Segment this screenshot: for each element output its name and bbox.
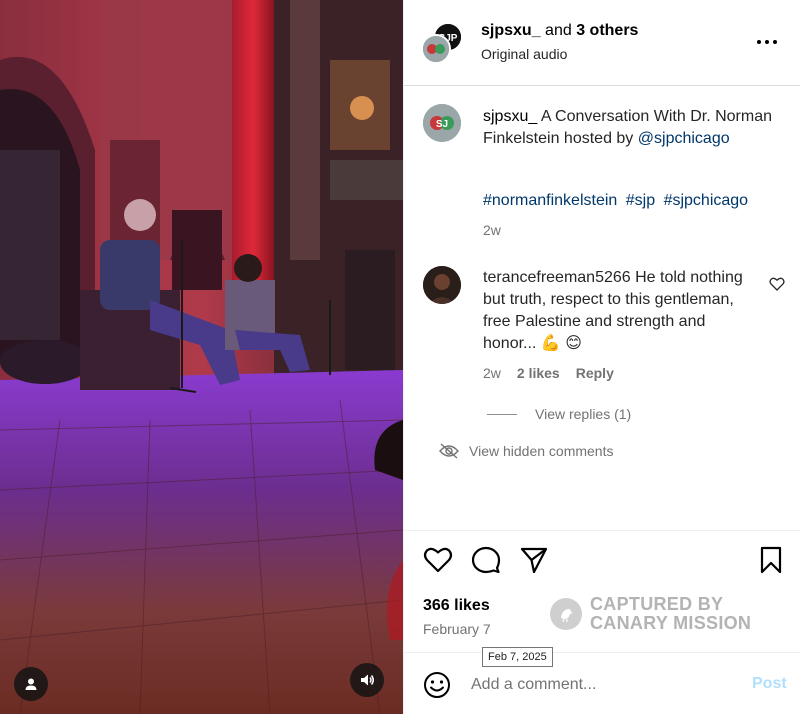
caption-username[interactable]: sjpsxu_: [483, 108, 537, 125]
post-date[interactable]: February 7: [423, 621, 491, 637]
like-heart-icon[interactable]: [423, 545, 453, 575]
post-button[interactable]: Post: [752, 675, 787, 693]
post-author[interactable]: sjpsxu_ and 3 others: [481, 22, 638, 40]
user-icon: [25, 678, 37, 690]
post-header: SJP sjpsxu_ and 3 others Original audio: [404, 0, 800, 86]
comment-bubble-icon[interactable]: [471, 545, 501, 575]
comment-timestamp[interactable]: 2w: [483, 365, 501, 381]
watermark-text: CAPTURED BY CANARY MISSION: [590, 595, 751, 633]
svg-text:SJ: SJ: [436, 119, 448, 130]
view-hidden-comments-button[interactable]: View hidden comments: [438, 442, 613, 460]
post-actions: 366 likes February 7 Feb 7, 2025 CAPTURE…: [404, 530, 800, 667]
hidden-comments-label: View hidden comments: [469, 443, 614, 459]
share-send-icon[interactable]: [519, 545, 549, 575]
view-replies-button[interactable]: View replies (1): [487, 406, 631, 422]
bookmark-icon[interactable]: [756, 545, 786, 575]
tagged-users-button[interactable]: [14, 667, 48, 701]
mention-link[interactable]: @sjpchicago: [638, 130, 730, 147]
watermark-line: CAPTURED BY: [590, 594, 724, 614]
stage-video-frame: [0, 0, 403, 714]
speaker-icon: [361, 674, 374, 686]
hashtag-link[interactable]: #sjpchicago: [664, 192, 749, 209]
reply-button[interactable]: Reply: [576, 365, 614, 381]
comments-section: SJ sjpsxu_ A Conversation With Dr. Norma…: [404, 86, 800, 530]
likes-count[interactable]: 366 likes: [423, 597, 490, 615]
divider: [487, 413, 517, 415]
emoji-smiley-icon[interactable]: [423, 671, 451, 699]
hashtags: #normanfinkelstein #sjp #sjpchicago: [483, 192, 752, 210]
hashtag-link[interactable]: #sjp: [626, 192, 655, 209]
caption-timestamp[interactable]: 2w: [483, 222, 501, 238]
avatar[interactable]: [423, 266, 461, 304]
comment-likes[interactable]: 2 likes: [517, 365, 560, 381]
avatar[interactable]: SJ: [423, 104, 461, 142]
comment-emojis: 💪 😊: [540, 335, 582, 352]
others-link[interactable]: 3 others: [576, 22, 638, 39]
and-text: and: [545, 22, 572, 39]
canary-logo-icon: [550, 598, 582, 630]
hashtag-link[interactable]: #normanfinkelstein: [483, 192, 617, 209]
view-replies-label: View replies (1): [535, 406, 632, 422]
collaborator-avatars[interactable]: SJP: [421, 22, 465, 66]
audio-toggle-button[interactable]: [350, 663, 384, 697]
comment-like-icon[interactable]: [769, 276, 785, 292]
date-tooltip: Feb 7, 2025: [482, 647, 553, 667]
watermark-line: CANARY MISSION: [590, 613, 752, 633]
post-media[interactable]: [0, 0, 403, 714]
canary-mission-watermark: CAPTURED BY CANARY MISSION: [550, 595, 751, 633]
comment-input[interactable]: [471, 673, 741, 697]
avatar[interactable]: [421, 34, 451, 64]
comment-body: terancefreeman5266 He told nothing but t…: [483, 267, 751, 355]
comment-composer: Post: [404, 652, 800, 714]
audio-label[interactable]: Original audio: [481, 46, 567, 62]
eye-off-icon: [439, 443, 459, 459]
post-panel: SJP sjpsxu_ and 3 others Original audio: [403, 0, 800, 714]
more-options-icon[interactable]: [755, 32, 779, 52]
comment-username[interactable]: terancefreeman5266: [483, 269, 631, 286]
post-caption: sjpsxu_ A Conversation With Dr. Norman F…: [483, 106, 783, 150]
comment-meta: 2w 2 likes Reply: [483, 365, 614, 381]
author-username[interactable]: sjpsxu_: [481, 22, 541, 39]
